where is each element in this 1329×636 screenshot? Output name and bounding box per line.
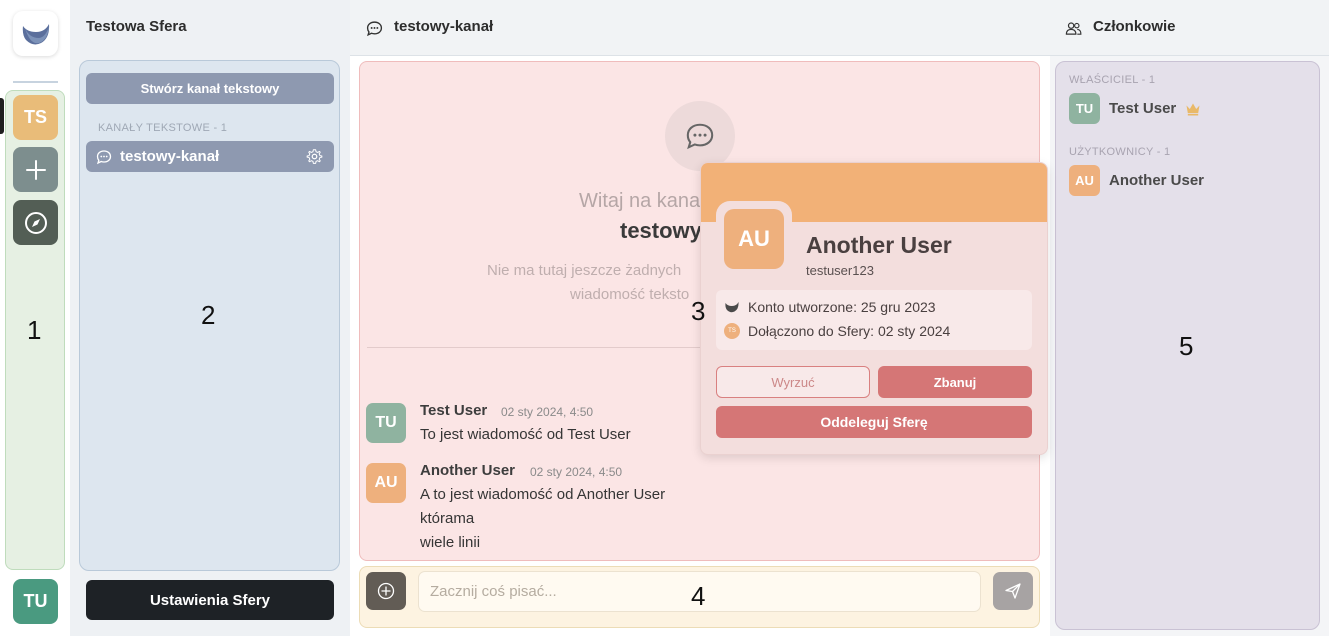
current-user-avatar[interactable]: TU xyxy=(13,579,58,624)
message-text: A to jest wiadomość od Another User xyxy=(420,486,666,503)
channel-item-testowy-kanal[interactable]: testowy-kanał xyxy=(86,141,334,172)
user-initials: TU xyxy=(23,591,48,611)
avatar-initials: AU xyxy=(374,474,398,491)
chat-bubble-icon xyxy=(366,21,383,37)
joined-text: Dołączono do Sfery: 02 sty 2024 xyxy=(748,323,951,339)
chat-bubble-icon xyxy=(96,149,112,164)
send-icon xyxy=(1005,583,1021,599)
transfer-ownership-button[interactable]: Oddeleguj Sferę xyxy=(716,406,1032,438)
zone-label-4: 4 xyxy=(691,581,706,611)
message-author[interactable]: Another User xyxy=(420,462,515,479)
channel-title: testowy-kanał xyxy=(394,18,494,35)
welcome-icon-circle xyxy=(665,101,735,171)
message-timestamp: 02 sty 2024, 4:50 xyxy=(501,405,594,419)
message-text: To jest wiadomość od Test User xyxy=(420,426,631,443)
channel-item-label: testowy-kanał xyxy=(120,148,220,165)
avatar-initials: TU xyxy=(1075,101,1094,116)
message-text: którama xyxy=(420,510,475,527)
member-name: Test User xyxy=(1109,100,1177,117)
members-header xyxy=(1050,0,1329,56)
profile-display-name: Another User xyxy=(806,232,952,258)
server-button-testowa-sfera[interactable]: TS xyxy=(13,95,58,140)
avatar-initials: TU xyxy=(375,414,397,431)
welcome-title: Witaj na kana xyxy=(579,190,701,212)
text-channels-header: KANAŁY TEKSTOWE - 1 xyxy=(98,122,228,134)
app-logo[interactable] xyxy=(13,11,58,56)
server-initials: TS xyxy=(23,107,47,127)
owner-group-header: WŁAŚCICIEL - 1 xyxy=(1069,74,1156,86)
ban-button[interactable]: Zbanuj xyxy=(878,366,1032,398)
joined-row: TS Dołączono do Sfery: 02 sty 2024 xyxy=(724,323,950,339)
users-group-header: UŻYTKOWNICY - 1 xyxy=(1069,146,1171,158)
account-created-row: Konto utworzone: 25 gru 2023 xyxy=(724,299,936,315)
avatar[interactable]: TU xyxy=(366,403,406,443)
server-name: Testowa Sfera xyxy=(86,18,187,35)
logo-icon xyxy=(725,302,739,313)
create-channel-button[interactable]: Stwórz kanał tekstowy xyxy=(86,73,334,104)
welcome-description: Nie ma tutaj jeszcze żadnych xyxy=(487,262,682,279)
profile-username: testuser123 xyxy=(806,263,874,278)
account-created-text: Konto utworzone: 25 gru 2023 xyxy=(748,299,936,315)
rail-divider xyxy=(13,81,58,83)
avatar-initials: AU xyxy=(738,226,770,251)
compass-icon xyxy=(24,211,47,234)
server-badge-icon: TS xyxy=(724,323,740,339)
message-timestamp: 02 sty 2024, 4:50 xyxy=(530,465,623,479)
chat-bubble-icon xyxy=(686,123,714,150)
server-settings-button[interactable]: Ustawienia Sfery xyxy=(86,580,334,620)
logo-icon xyxy=(22,23,49,44)
member-item-test-user[interactable]: TU Test User xyxy=(1069,93,1201,124)
avatar: AU xyxy=(1069,165,1100,196)
add-server-button[interactable] xyxy=(13,147,58,192)
profile-avatar: AU xyxy=(724,209,784,269)
plus-circle-icon xyxy=(377,582,395,600)
member-name: Another User xyxy=(1109,172,1205,189)
zone-label-2: 2 xyxy=(201,300,216,330)
message-text: wiele linii xyxy=(420,534,481,551)
zone-label-3: 3 xyxy=(691,296,706,326)
members-title: Członkowie xyxy=(1093,18,1176,35)
zone-label-5: 5 xyxy=(1179,331,1194,361)
message-author[interactable]: Test User xyxy=(420,402,487,419)
avatar: TU xyxy=(1069,93,1100,124)
explore-button[interactable] xyxy=(13,200,58,245)
gear-icon[interactable] xyxy=(306,148,323,165)
profile-avatar-frame: AU xyxy=(716,201,792,277)
active-server-indicator xyxy=(0,98,4,134)
crown-icon xyxy=(1186,103,1200,115)
member-item-another-user[interactable]: AU Another User xyxy=(1069,165,1204,196)
welcome-description: wiadomość teksto xyxy=(570,286,690,303)
send-button[interactable] xyxy=(993,572,1033,610)
attach-button[interactable] xyxy=(366,572,406,610)
plus-icon xyxy=(25,159,46,180)
kick-button[interactable]: Wyrzuć xyxy=(716,366,870,398)
users-icon xyxy=(1065,22,1082,35)
avatar-initials: AU xyxy=(1075,173,1094,188)
avatar[interactable]: AU xyxy=(366,463,406,503)
welcome-channel-name: testowy xyxy=(620,218,702,243)
zone-label-1: 1 xyxy=(27,315,42,345)
